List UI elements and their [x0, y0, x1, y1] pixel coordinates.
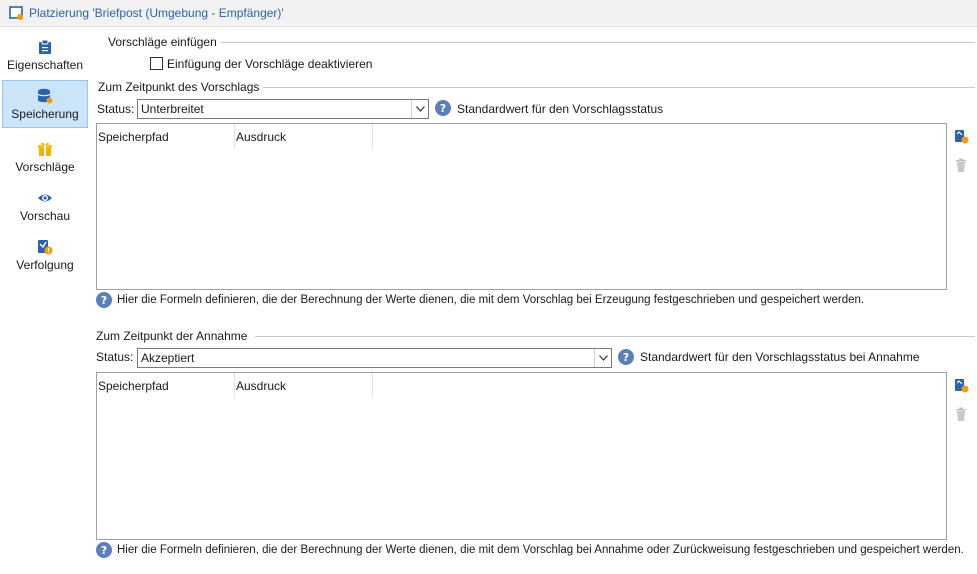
deactivate-insertion-label: Einfügung der Vorschläge deaktivieren: [167, 57, 373, 71]
proposal-status-value: Unterbreitet: [141, 102, 204, 116]
chevron-down-icon[interactable]: [411, 100, 428, 118]
acceptance-note: Hier die Formeln definieren, die der Ber…: [117, 544, 964, 556]
placement-icon: [9, 6, 23, 20]
group-label-acceptance: Zum Zeitpunkt der Annahme: [96, 329, 252, 343]
group-divider: [255, 336, 975, 337]
group-divider: [258, 87, 975, 88]
chevron-down-icon[interactable]: [594, 349, 611, 367]
group-divider: [215, 42, 975, 43]
add-icon[interactable]: [953, 377, 969, 393]
sidebar-item-speicherung[interactable]: Speicherung: [2, 80, 88, 128]
status-label: Status:: [96, 350, 134, 364]
sidebar-item-verfolgung[interactable]: Verfolgung: [2, 232, 88, 280]
database-icon: [37, 88, 53, 104]
window-title: Platzierung 'Briefpost (Umgebung - Empfä…: [29, 6, 284, 20]
trash-icon[interactable]: [953, 157, 969, 173]
acceptance-status-help: Standardwert für den Vorschlagsstatus be…: [640, 350, 920, 364]
clipboard-icon: [39, 39, 51, 54]
help-icon[interactable]: ?: [435, 100, 451, 116]
sidebar-item-label: Verfolgung: [16, 258, 74, 272]
eye-icon: [38, 194, 52, 202]
proposal-status-select[interactable]: Unterbreitet: [137, 99, 429, 119]
proposal-note: Hier die Formeln definieren, die der Ber…: [117, 294, 865, 306]
status-label: Status:: [97, 102, 135, 116]
sidebar-item-eigenschaften[interactable]: Eigenschaften: [2, 32, 88, 80]
deactivate-insertion-checkbox[interactable]: [150, 57, 163, 70]
sidebar-item-label: Vorschläge: [15, 160, 75, 174]
group-label-proposal: Zum Zeitpunkt des Vorschlags: [98, 80, 264, 94]
sidebar-item-label: Eigenschaften: [6, 58, 84, 72]
gift-icon: [38, 142, 52, 156]
title-bar: Platzierung 'Briefpost (Umgebung - Empfä…: [0, 0, 977, 27]
acceptance-status-value: Akzeptiert: [141, 351, 195, 365]
column-header-ausdruck[interactable]: Ausdruck: [235, 124, 373, 149]
sidebar-item-vorschlaege[interactable]: Vorschläge: [2, 134, 88, 182]
column-header-speicherpfad[interactable]: Speicherpfad: [97, 373, 235, 398]
acceptance-status-select[interactable]: Akzeptiert: [137, 348, 612, 368]
sidebar: Eigenschaften Speicherung Vorschläge Vor…: [0, 28, 90, 574]
group-label-insert: Vorschläge einfügen: [108, 35, 221, 49]
acceptance-storage-table[interactable]: Speicherpfad Ausdruck: [96, 372, 947, 540]
column-header-ausdruck[interactable]: Ausdruck: [235, 373, 373, 398]
sidebar-item-label: Vorschau: [19, 209, 71, 223]
trash-icon[interactable]: [953, 406, 969, 422]
column-header-speicherpfad[interactable]: Speicherpfad: [97, 124, 235, 149]
help-icon[interactable]: ?: [96, 292, 112, 308]
sidebar-item-vorschau[interactable]: Vorschau: [2, 183, 88, 231]
proposal-storage-table[interactable]: Speicherpfad Ausdruck: [96, 123, 947, 290]
help-icon[interactable]: ?: [618, 349, 634, 365]
proposal-status-help: Standardwert für den Vorschlagsstatus: [457, 102, 664, 116]
sidebar-item-label: Speicherung: [11, 107, 79, 121]
add-icon[interactable]: [953, 128, 969, 144]
tracking-icon: [38, 240, 53, 255]
help-icon[interactable]: ?: [96, 542, 112, 558]
